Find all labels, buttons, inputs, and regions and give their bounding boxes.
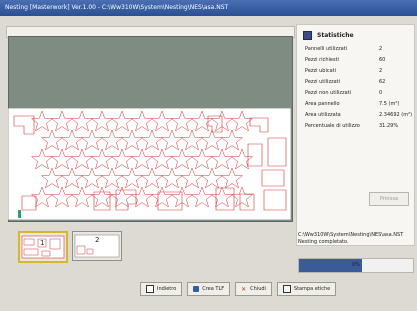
progress-label: 0% [352,262,360,268]
status-message: Nesting completato. [298,239,349,245]
stat-label: Pezzi non utilizzati [305,90,352,96]
progress-bar: 0% [298,258,414,273]
back-button[interactable]: Indietro [140,282,183,296]
stat-row: Pezzi richiesti 60 [305,56,413,67]
stat-row: Area pannello 7.5 (m²) [305,100,413,111]
print-labels-button-label: Stampa etiche [293,286,331,292]
nested-parts-layout [8,108,291,220]
statistics-icon [303,31,312,40]
stat-label: Percentuale di utilizzo [305,123,360,129]
thumbnail-number-2: 2 [95,236,100,244]
stat-value: 2 [379,46,383,52]
stat-value: 31.29% [379,123,399,129]
print-icon [282,285,291,293]
status-text: C:\Ww310W\System\Nesting\NES\asa.NST Nes… [298,232,413,246]
stat-value: 2.34692 (m²) [379,112,413,118]
stat-row: Pannelli utilizzati 2 [305,45,413,56]
back-icon [146,285,154,293]
preview-button[interactable]: Prinosa [369,192,409,206]
stat-value: 62 [379,79,386,85]
print-labels-button[interactable]: Stampa etiche [276,282,337,296]
statistics-title: Statistiche [317,32,354,39]
stat-row: Percentuale di utilizzo 31.29% [305,122,413,133]
sheet-thumbnail-1[interactable]: 1 [18,231,68,263]
origin-marker [18,210,21,218]
stat-value: 7.5 (m²) [379,101,400,107]
window-title: Nesting [Masterwork] Ver.1.00 - C:\Ww310… [5,4,229,11]
stat-value: 0 [379,90,383,96]
stat-row: Pezzi ubicati 2 [305,67,413,78]
stat-label: Area pannello [305,101,340,107]
title-bar: Nesting [Masterwork] Ver.1.00 - C:\Ww310… [0,0,417,16]
stat-row: Pezzi utilizzati 62 [305,78,413,89]
sheet-thumbnail-2[interactable]: 2 [72,231,122,261]
close-button[interactable]: ✕ Chiudi [235,282,272,296]
bottom-toolbar: Indietro Crea TLF ✕ Chiudi Stampa etiche [140,282,337,296]
thumbnail-preview-1 [21,235,65,259]
stat-label: Pezzi richiesti [305,57,339,63]
statistics-header: Statistiche [303,31,354,40]
back-button-label: Indietro [157,286,177,292]
close-button-label: Chiudi [250,286,266,292]
close-icon: ✕ [241,286,247,293]
stat-label: Area utilizzata [305,112,341,118]
stat-label: Pannelli utilizzati [305,46,347,52]
stat-value: 2 [379,68,383,74]
stat-label: Pezzi utilizzati [305,79,341,85]
statistics-panel: Statistiche Pannelli utilizzati 2 Pezzi r… [296,24,415,246]
statistics-list: Pannelli utilizzati 2 Pezzi richiesti 60 P… [305,45,413,133]
tlf-icon [193,286,200,292]
stat-label: Pezzi ubicati [305,68,337,74]
thumbnail-number-1: 1 [40,239,45,247]
stat-row: Area utilizzata 2.34692 (m²) [305,111,413,122]
create-tlf-button-label: Crea TLF [202,286,225,292]
create-tlf-button[interactable]: Crea TLF [187,282,231,296]
nesting-window: Nesting [Masterwork] Ver.1.00 - C:\Ww310… [0,0,417,311]
stat-row: Pezzi non utilizzati 0 [305,89,413,100]
stat-value: 60 [379,57,386,63]
status-path: C:\Ww310W\System\Nesting\NES\asa.NST [298,232,404,238]
